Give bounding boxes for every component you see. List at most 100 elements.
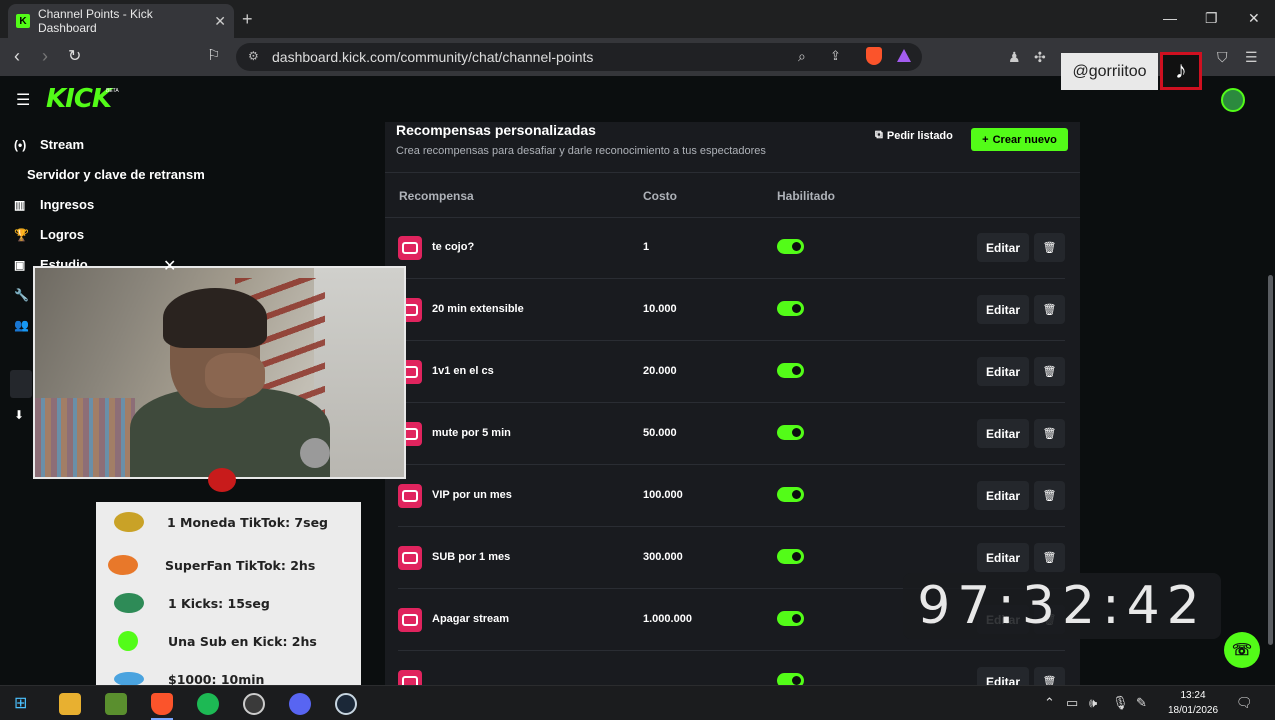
- sidebar-active-item[interactable]: [10, 370, 32, 398]
- reward-name: 1v1 en el cs: [432, 365, 494, 377]
- kick-logo[interactable]: KICK: [46, 84, 112, 114]
- network-icon[interactable]: ▭: [1066, 695, 1078, 711]
- reward-cost: 1: [643, 241, 650, 253]
- community-icon[interactable]: ⬇: [14, 408, 24, 422]
- reload-icon[interactable]: ↻: [68, 46, 81, 66]
- trash-icon[interactable]: 🗑: [1034, 481, 1065, 510]
- enabled-toggle[interactable]: [777, 239, 804, 254]
- windows-start-icon[interactable]: ⊞: [14, 693, 27, 713]
- enabled-toggle[interactable]: [777, 611, 804, 626]
- trophy-icon: 🏆: [14, 227, 29, 242]
- trash-icon[interactable]: 🗑: [1034, 295, 1065, 324]
- goal-text: Una Sub en Kick: 2hs: [168, 634, 317, 649]
- create-new-button[interactable]: + Crear nuevo: [971, 128, 1068, 151]
- brave-rewards-icon[interactable]: [897, 49, 911, 62]
- hamburger-menu-icon[interactable]: ☰: [16, 90, 30, 110]
- edit-button[interactable]: Editar: [977, 481, 1029, 510]
- enabled-toggle[interactable]: [777, 487, 804, 502]
- enabled-toggle[interactable]: [777, 301, 804, 316]
- goal-item: Una Sub en Kick: 2hs: [96, 623, 361, 661]
- spotify-icon[interactable]: [197, 693, 219, 715]
- reward-icon: [398, 546, 422, 570]
- close-window-icon[interactable]: ✕: [1248, 10, 1260, 27]
- reward-cost: 50.000: [643, 427, 677, 439]
- page-scrollbar[interactable]: [1268, 275, 1273, 645]
- discord-icon[interactable]: [289, 693, 311, 715]
- webcam-blanket: [35, 398, 135, 477]
- puzzle-icon[interactable]: ✣: [1034, 49, 1046, 66]
- sidebar-item-logros[interactable]: 🏆 Logros: [14, 227, 84, 242]
- sidebar-item-label: Stream: [40, 137, 85, 152]
- reward-cost: 100.000: [643, 489, 683, 501]
- forward-icon[interactable]: ›: [42, 46, 48, 67]
- notifications-icon[interactable]: 🗨: [1236, 695, 1253, 711]
- external-link-icon: ⧉: [875, 129, 883, 141]
- webcam-overlay: [33, 266, 406, 479]
- volume-icon[interactable]: 🕪: [1089, 695, 1097, 711]
- enabled-toggle[interactable]: [777, 425, 804, 440]
- sidebar-item-stream[interactable]: (•) Stream: [14, 137, 84, 152]
- brave-browser-icon[interactable]: [151, 693, 173, 715]
- browser-tab-bar: K Channel Points - Kick Dashboard ✕ + — …: [0, 0, 1275, 38]
- edit-button[interactable]: Editar: [977, 295, 1029, 324]
- new-tab-icon[interactable]: +: [242, 9, 253, 30]
- column-reward: Recompensa: [399, 189, 474, 203]
- goal-item: SuperFan TikTok: 2hs: [96, 547, 361, 585]
- minecraft-icon[interactable]: [105, 693, 127, 715]
- kick-coin-icon: [114, 593, 144, 613]
- address-bar[interactable]: ⚙ dashboard.kick.com/community/chat/chan…: [236, 43, 922, 71]
- file-explorer-icon[interactable]: [59, 693, 81, 715]
- edit-button[interactable]: Editar: [977, 419, 1029, 448]
- trash-icon[interactable]: 🗑: [1034, 543, 1065, 572]
- site-settings-icon[interactable]: ⚙: [248, 49, 259, 63]
- blood-splat-decoration: [208, 468, 236, 492]
- enabled-toggle[interactable]: [777, 363, 804, 378]
- user-avatar[interactable]: [1221, 88, 1245, 112]
- bookmark-icon[interactable]: ⚐: [207, 46, 220, 64]
- kick-logo-icon: [118, 631, 138, 651]
- taskbar-clock[interactable]: 13:24 18/01/2026: [1162, 688, 1224, 718]
- request-list-button[interactable]: ⧉ Pedir listado: [875, 129, 953, 142]
- sidebar-item-label: Servidor y clave de retransm: [27, 167, 205, 182]
- brave-shields-icon[interactable]: [866, 47, 882, 65]
- table-row: te cojo? 1 Editar 🗑: [398, 217, 1065, 279]
- menu-icon[interactable]: ☰: [1245, 49, 1258, 66]
- support-chat-icon[interactable]: ☏: [1224, 632, 1260, 668]
- back-icon[interactable]: ‹: [14, 46, 20, 67]
- pen-icon[interactable]: ✎: [1136, 695, 1147, 711]
- users-icon[interactable]: 👥: [14, 318, 29, 332]
- create-new-label: Crear nuevo: [992, 133, 1057, 146]
- vpn-icon[interactable]: ⛉: [1217, 49, 1228, 66]
- clock-time: 13:24: [1180, 690, 1206, 701]
- extension-icon[interactable]: ♟: [1008, 49, 1021, 66]
- browser-tab[interactable]: K Channel Points - Kick Dashboard ✕: [8, 4, 234, 38]
- edit-button[interactable]: Editar: [977, 233, 1029, 262]
- reward-icon: [398, 236, 422, 260]
- sidebar-item-ingresos[interactable]: ▥ Ingresos: [14, 197, 94, 212]
- trash-icon[interactable]: 🗑: [1034, 233, 1065, 262]
- edit-button[interactable]: Editar: [977, 357, 1029, 386]
- microphone-icon[interactable]: 🎙: [1112, 695, 1129, 711]
- windows-taskbar: ⊞ ⌃ ▭ 🕪 🎙 ✎ 13:24 18/01/2026 🗨: [0, 685, 1275, 720]
- donation-goals-overlay: 1 Moneda TikTok: 7seg SuperFan TikTok: 2…: [96, 502, 361, 692]
- webcam-person-hand: [205, 353, 265, 398]
- share-icon[interactable]: ⇪: [830, 48, 841, 64]
- trash-icon[interactable]: 🗑: [1034, 357, 1065, 386]
- reward-cost: 1.000.000: [643, 613, 692, 625]
- zoom-icon[interactable]: ⌕: [798, 48, 806, 65]
- tray-chevron-icon[interactable]: ⌃: [1044, 695, 1055, 711]
- tab-close-icon[interactable]: ✕: [214, 13, 226, 30]
- wrench-icon[interactable]: 🔧: [14, 288, 29, 302]
- steam-icon[interactable]: [335, 693, 357, 715]
- table-row: 1v1 en el cs 20.000 Editar 🗑: [398, 341, 1065, 403]
- beta-badge: BETA: [106, 88, 119, 94]
- obs-icon[interactable]: [243, 693, 265, 715]
- sidebar-item-server-key[interactable]: Servidor y clave de retransm: [27, 167, 205, 182]
- trash-icon[interactable]: 🗑: [1034, 419, 1065, 448]
- restore-icon[interactable]: ❐: [1205, 10, 1218, 27]
- enabled-toggle[interactable]: [777, 549, 804, 564]
- table-row: mute por 5 min 50.000 Editar 🗑: [398, 403, 1065, 465]
- table-header: Recompensa Costo Habilitado: [385, 172, 1080, 218]
- minimize-icon[interactable]: —: [1163, 10, 1177, 26]
- edit-button[interactable]: Editar: [977, 543, 1029, 572]
